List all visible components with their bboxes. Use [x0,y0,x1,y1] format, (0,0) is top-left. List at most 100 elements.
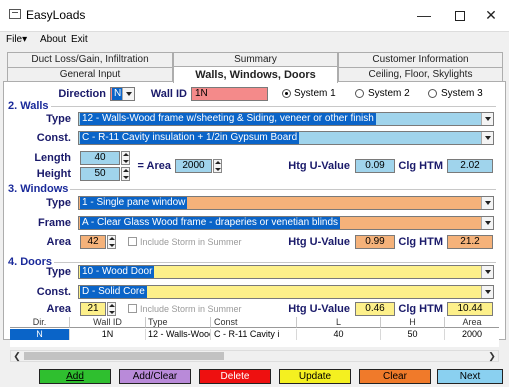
direction-select[interactable]: N [110,87,135,101]
maximize-icon [455,11,465,22]
menu-bar: File▾ About Exit [0,31,509,47]
system1-radio[interactable] [282,89,291,98]
wall-table: Dir. Wall ID Type Const L H Area N 1N 12… [10,317,499,347]
windows-storm-checkbox[interactable] [128,237,137,246]
windows-area-label: Area [46,236,71,248]
tab-customer-information[interactable]: Customer Information [338,52,503,67]
system3-radio[interactable] [428,89,437,98]
column-header-wallid[interactable]: Wall ID [70,317,146,328]
tab-row-1: Duct Loss/Gain, Infiltration Summary Cus… [7,52,503,67]
wallid-field[interactable]: 1N [191,87,268,101]
doors-area-field[interactable]: 21 [80,302,106,316]
doors-const-label: Const. [36,286,71,298]
table-cell-h[interactable]: 50 [381,329,445,340]
windows-divider [8,189,496,190]
doors-clghtm-field: 10.44 [447,302,493,316]
scroll-left-icon[interactable]: ❮ [11,351,23,361]
walls-height-field[interactable]: 50 [80,167,120,181]
doors-area-spinner[interactable] [107,302,116,316]
tab-walls-windows-doors[interactable]: Walls, Windows, Doors [173,66,338,83]
tab-ceiling-floor-skylights[interactable]: Ceiling, Floor, Skylights [338,67,503,82]
column-header-type[interactable]: Type [146,317,211,328]
walls-clghtm-label: Clg HTM [398,160,443,172]
windows-frame-value: A - Clear Glass Wood frame - draperies o… [80,217,341,229]
tab-general-input[interactable]: General Input [7,67,173,82]
walls-heading: 2. Walls [8,100,51,112]
table-cell-l[interactable]: 40 [297,329,381,340]
walls-length-spinner[interactable] [121,151,130,165]
table-cell-area[interactable]: 2000 [445,329,499,340]
walls-type-value: 12 - Walls-Wood frame w/sheeting & Sidin… [80,113,376,125]
walls-const-select[interactable]: C - R-11 Cavity insulation + 1/2in Gypsu… [78,131,494,145]
walls-height-spinner[interactable] [121,167,130,181]
column-header-area[interactable]: Area [445,317,499,328]
table-hscrollbar[interactable]: ❮ ❯ [10,350,499,362]
column-header-const[interactable]: Const [211,317,297,328]
direction-label: Direction [58,88,106,100]
windows-clghtm-label: Clg HTM [398,236,443,248]
app-icon [9,9,21,19]
table-cell-const[interactable]: C - R-11 Cavity i [211,329,297,340]
column-header-dir[interactable]: Dir. [10,317,70,328]
chevron-down-icon [481,217,493,229]
table-cell-wallid[interactable]: 1N [70,329,146,340]
walls-const-label: Const. [36,132,71,144]
next-button[interactable]: Next [437,369,503,384]
walls-length-field[interactable]: 40 [80,151,120,165]
doors-storm-label: Include Storm in Summer [140,304,242,314]
update-button[interactable]: Update [279,369,351,384]
walls-area-field[interactable]: 2000 [175,159,212,173]
window-title: EasyLoads [26,8,86,22]
add-clear-button[interactable]: Add/Clear [119,369,191,384]
windows-clghtm-field: 21.2 [447,235,493,249]
add-button[interactable]: Add [39,369,111,384]
windows-frame-select[interactable]: A - Clear Glass Wood frame - draperies o… [78,216,494,230]
windows-area-spinner[interactable] [107,235,116,249]
tab-duct-loss[interactable]: Duct Loss/Gain, Infiltration [7,52,173,67]
walls-area-spinner[interactable] [213,159,222,173]
menu-about[interactable]: About [40,34,66,45]
table-cell-dir[interactable]: N [10,329,70,340]
doors-uvalue-field: 0.46 [355,302,395,316]
walls-area-label: = Area [137,160,171,172]
chevron-down-icon [481,286,493,298]
walls-uvalue-field: 0.09 [355,159,395,173]
chevron-down-icon [481,132,493,144]
tab-summary[interactable]: Summary [173,52,338,67]
doors-uvalue-label: Htg U-Value [288,303,350,315]
windows-type-label: Type [46,197,71,209]
walls-uvalue-label: Htg U-Value [288,160,350,172]
tab-row-2: General Input Walls, Windows, Doors Ceil… [7,66,503,83]
menu-exit[interactable]: Exit [71,34,88,45]
doors-const-value: D - Solid Core [80,286,147,298]
scroll-right-icon[interactable]: ❯ [486,351,498,361]
windows-type-value: 1 - Single pane window [80,197,188,209]
minimize-button[interactable]: — [406,0,442,31]
doors-clghtm-label: Clg HTM [398,303,443,315]
clear-button[interactable]: Clear [359,369,431,384]
table-cell-type[interactable]: 12 - Walls-Wooc [146,329,211,340]
walls-height-label: Height [36,168,71,180]
system2-label: System 2 [368,88,410,99]
windows-area-field[interactable]: 42 [80,235,106,249]
doors-storm-checkbox[interactable] [128,304,137,313]
doors-type-select[interactable]: 10 - Wood Door [78,265,494,279]
walls-length-label: Length [34,152,71,164]
system3-label: System 3 [441,88,483,99]
walls-divider [8,106,496,107]
doors-type-value: 10 - Wood Door [80,266,155,278]
system2-radio[interactable] [355,89,364,98]
column-header-l[interactable]: L [297,317,381,328]
doors-const-select[interactable]: D - Solid Core [78,285,494,299]
wallid-label: Wall ID [150,88,187,100]
walls-const-value: C - R-11 Cavity insulation + 1/2in Gypsu… [80,132,300,144]
menu-file[interactable]: File▾ [6,34,27,45]
delete-button[interactable]: Delete [199,369,271,384]
column-header-h[interactable]: H [381,317,445,328]
windows-type-select[interactable]: 1 - Single pane window [78,196,494,210]
walls-type-select[interactable]: 12 - Walls-Wood frame w/sheeting & Sidin… [78,112,494,126]
chevron-down-icon [122,88,134,100]
close-button[interactable]: ✕ [473,0,509,31]
scrollbar-thumb[interactable] [24,352,224,360]
windows-uvalue-field: 0.99 [355,235,395,249]
